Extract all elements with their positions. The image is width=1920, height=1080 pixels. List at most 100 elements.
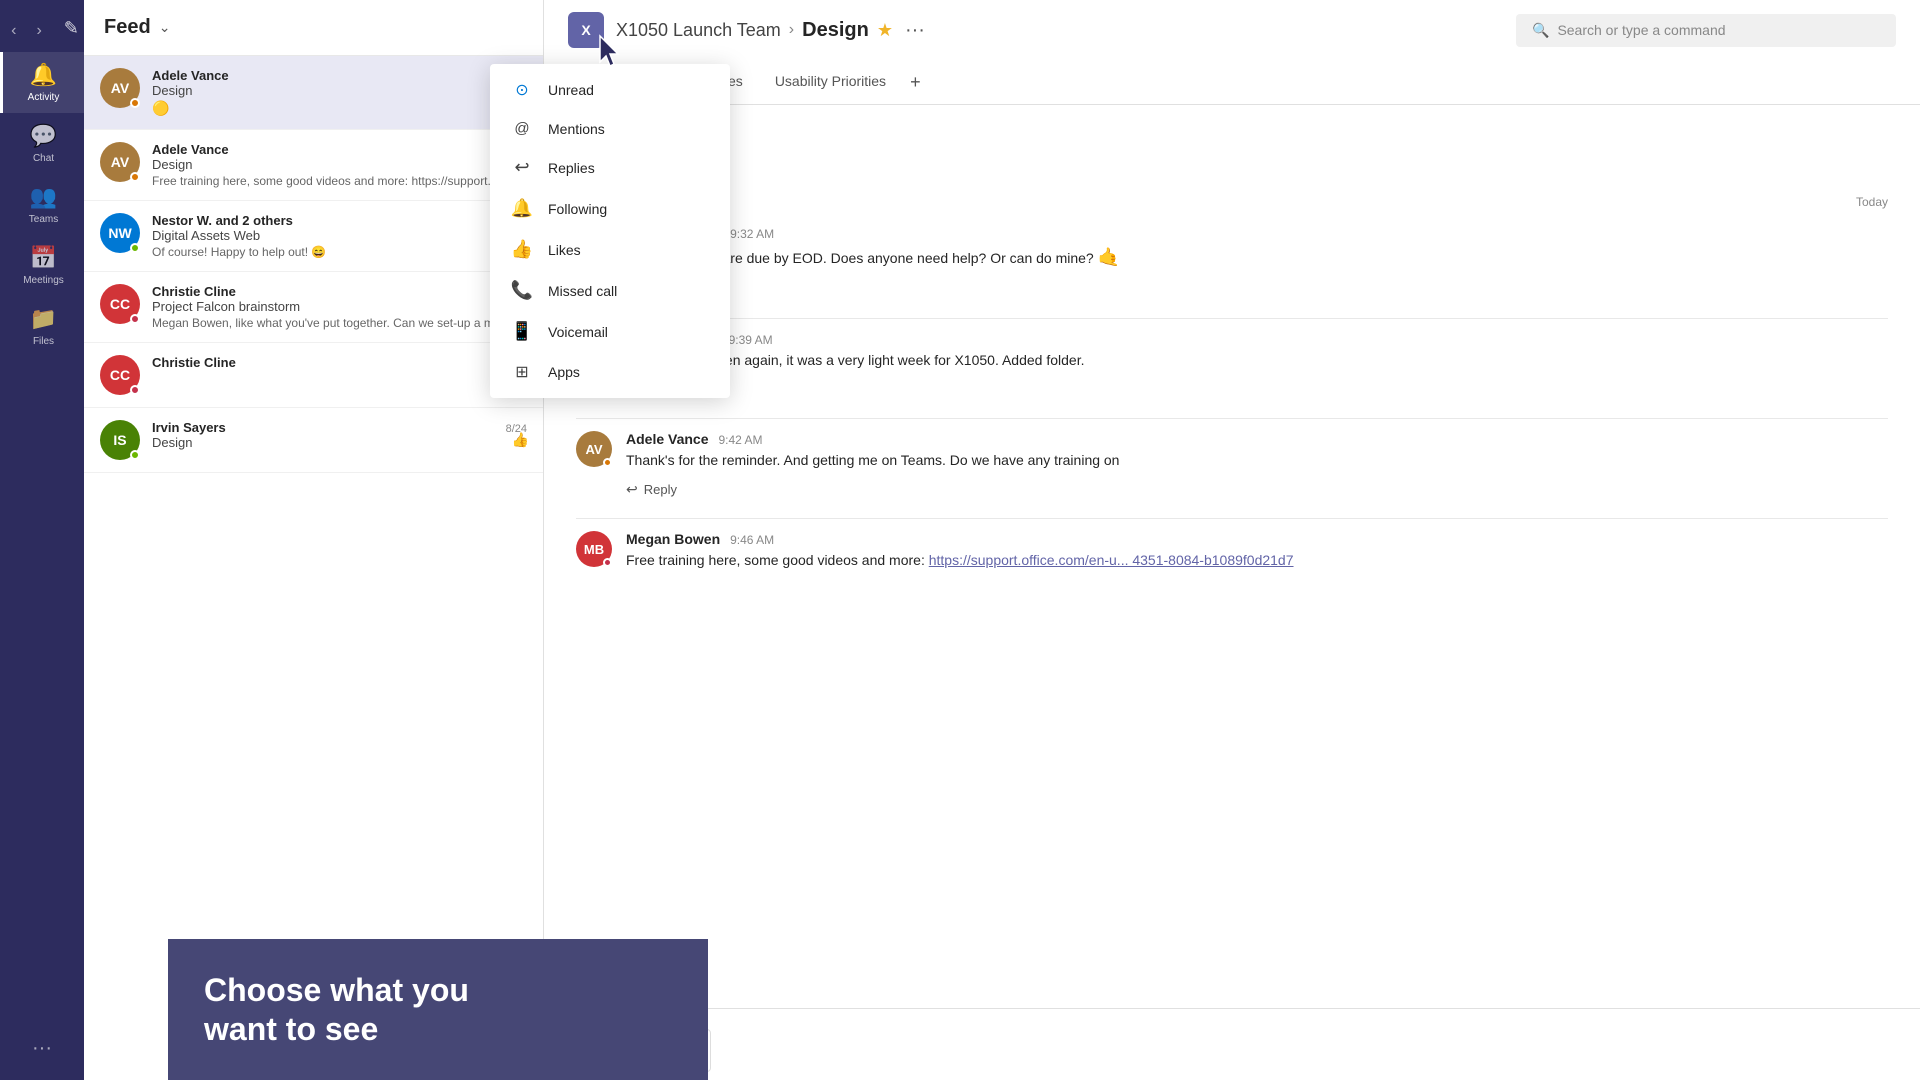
wave-emoji: 🤙 [1098,247,1120,267]
sidebar-item-meetings[interactable]: 📅 Meetings [0,235,84,296]
feed-item-name: Nestor W. and 2 others [152,213,293,228]
filter-mentions[interactable]: @ Mentions [490,110,730,147]
msg-avatar: MB [576,531,612,567]
tab-usability-label: Usability Priorities [775,73,886,89]
feed-item-content: Christie Cline 8/24 [152,355,527,370]
sidebar-more-button[interactable]: ··· [32,1037,52,1060]
feed-item-channel: Design [152,83,527,98]
filter-apps-label: Apps [548,364,580,380]
mentions-icon: @ [510,120,534,137]
feed-item-name: Christie Cline [152,355,236,370]
feed-item-content: Nestor W. and 2 others 8/2 Digital Asset… [152,213,527,259]
sidebar: ‹ › ✎ 🔔 Activity 💬 Chat 👥 Teams 📅 Meetin… [0,0,84,1080]
date-divider: Today [576,187,1888,217]
breadcrumb: X1050 Launch Team › Design ★ ··· [616,19,925,42]
msg-avatar: AV [576,431,612,467]
feed-item-header: Irvin Sayers 8/24 [152,420,527,435]
feed-item[interactable]: CC Christie Cline 8/24 Project Falcon br… [84,272,543,343]
reply-button[interactable]: ↩ Reply [626,377,1888,402]
sidebar-item-activity[interactable]: 🔔 Activity [0,52,84,113]
avatar-status [130,243,140,253]
feed-panel: Feed ⌄ AV Adele Vance 2m ag Design 🟡 AV [84,0,544,1080]
msg-header: Joni Sherman 9:39 AM [626,331,1888,347]
msg-timestamp: 9:39 AM [729,333,773,347]
feed-item-name: Adele Vance [152,68,229,83]
chat-icon: 💬 [30,123,57,149]
filter-missed-call[interactable]: 📞 Missed call [490,270,730,311]
filter-following-label: Following [548,201,607,217]
main-tabs: Conversations Files Usability Priorities… [568,60,1896,104]
feed-item-content: Christie Cline 8/24 Project Falcon brain… [152,284,527,330]
main-header: X X1050 Launch Team › Design ★ ··· 🔍 Sea… [544,0,1920,105]
msg-sender-name: Megan Bowen [626,531,720,547]
reply-button[interactable]: ↩ Reply [626,277,1888,302]
msg-text: Status Reports are due by EOD. Does anyo… [626,244,1888,271]
filter-voicemail[interactable]: 📱 Voicemail [490,311,730,352]
msg-sender-name: Adele Vance [626,431,709,447]
main-content: X X1050 Launch Team › Design ★ ··· 🔍 Sea… [544,0,1920,1080]
sidebar-item-files[interactable]: 📁 Files [0,296,84,357]
avatar-status [130,172,140,182]
voicemail-icon: 📱 [510,321,534,342]
msg-body: Megan Bowen 9:46 AM Free training here, … [626,531,1888,571]
feed-item-badge: 👍 [512,432,529,449]
msg-link[interactable]: https://support.office.com/en-u... 4351-… [929,552,1294,568]
msg-header: Megan Bowen 9:46 AM [626,531,1888,547]
msg-body: Adele Vance 9:42 AM Thank's for the remi… [626,431,1888,502]
feed-item-content: Irvin Sayers 8/24 Design [152,420,527,450]
filter-missed-call-label: Missed call [548,283,617,299]
feed-item-name: Adele Vance [152,142,229,157]
sidebar-item-teams[interactable]: 👥 Teams [0,174,84,235]
message-divider [576,318,1888,319]
avatar: IS [100,420,140,460]
feed-item-header: Christie Cline 8/24 [152,284,527,299]
search-placeholder: Search or type a command [1557,22,1725,38]
filter-replies[interactable]: ↩ Replies [490,147,730,188]
reply-area: ↩ Reply [576,125,1888,171]
feed-item[interactable]: AV Adele Vance 2m ag Design Free trainin… [84,130,543,201]
feed-item-channel: Digital Assets Web [152,228,527,243]
feed-item[interactable]: CC Christie Cline 8/24 👍 [84,343,543,408]
meetings-icon: 📅 [30,245,57,271]
add-tab-button[interactable]: + [902,72,929,93]
tab-usability[interactable]: Usability Priorities [759,60,902,104]
favorite-star-icon[interactable]: ★ [877,20,893,41]
msg-timestamp: 9:46 AM [730,533,774,547]
bottom-reply-area: ↩ Reply [544,1008,1920,1080]
compose-button[interactable]: ✎ [64,18,79,44]
filter-likes[interactable]: 👍 Likes [490,229,730,270]
feed-list: AV Adele Vance 2m ag Design 🟡 AV Adele V… [84,56,543,1080]
feed-item-emoji: 🟡 [152,100,527,117]
msg-body: Joni Sherman 9:39 AM Mine's done. Then a… [626,331,1888,402]
feed-item-channel: Design [152,435,527,450]
avatar-status [130,314,140,324]
feed-item[interactable]: IS Irvin Sayers 8/24 Design 👍 [84,408,543,473]
message-divider [576,518,1888,519]
feed-item[interactable]: AV Adele Vance 2m ag Design 🟡 [84,56,543,130]
feed-item[interactable]: NW Nestor W. and 2 others 8/2 Digital As… [84,201,543,272]
sidebar-item-chat[interactable]: 💬 Chat [0,113,84,174]
sidebar-item-label-files: Files [33,336,54,347]
apps-icon: ⊞ [510,362,534,382]
nav-back-button[interactable]: ‹ [5,18,22,44]
feed-item-preview: Free training here, some good videos and… [152,174,527,188]
main-search-bar[interactable]: 🔍 Search or type a command [1516,14,1896,47]
filter-apps[interactable]: ⊞ Apps [490,352,730,392]
feed-dropdown-chevron[interactable]: ⌄ [159,19,171,36]
feed-item-name: Christie Cline [152,284,236,299]
feed-item-header: Christie Cline 8/24 [152,355,527,370]
channel-more-button[interactable]: ··· [905,19,925,42]
avatar: AV [100,68,140,108]
likes-icon: 👍 [510,239,534,260]
avatar-status [130,450,140,460]
activity-icon: 🔔 [30,62,57,88]
filter-following[interactable]: 🔔 Following [490,188,730,229]
message-group: MB Megan Bowen 9:32 AM Status Reports ar… [576,225,1888,302]
nav-forward-button[interactable]: › [30,18,47,44]
sidebar-item-label-activity: Activity [28,92,60,103]
message-group: JS Joni Sherman 9:39 AM Mine's done. The… [576,331,1888,402]
feed-item-preview: Megan Bowen, like what you've put togeth… [152,316,527,330]
reply-button[interactable]: ↩ Reply [626,477,1888,502]
filter-unread[interactable]: ⊙ Unread [490,70,730,110]
msg-timestamp: 9:42 AM [719,433,763,447]
